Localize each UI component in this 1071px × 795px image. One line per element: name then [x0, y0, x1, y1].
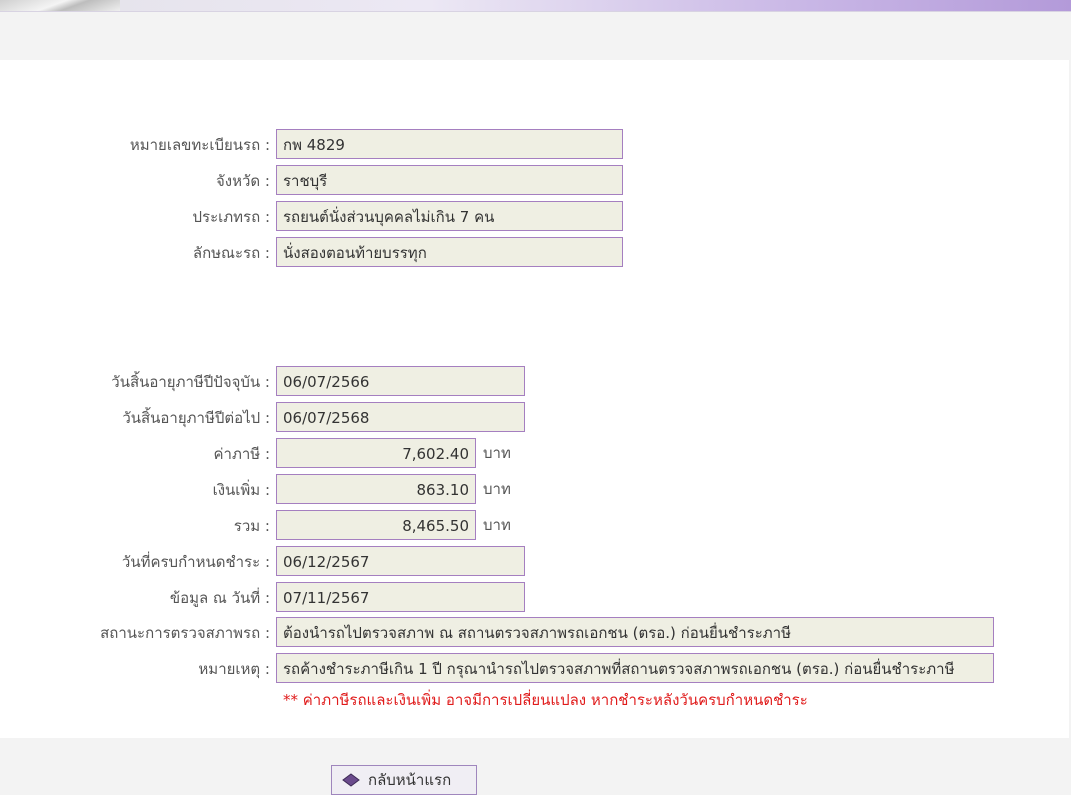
back-home-button[interactable]: กลับหน้าแรก — [331, 765, 477, 795]
home-icon — [342, 773, 360, 787]
plate-field: กพ 4829 — [276, 129, 623, 159]
next-expiry-label: วันสิ้นอายุภาษีปีต่อไป : — [122, 409, 270, 427]
current-expiry-field: 06/07/2566 — [276, 366, 525, 396]
current-expiry-label: วันสิ้นอายุภาษีปีปัจจุบัน : — [111, 373, 270, 391]
next-expiry-field: 06/07/2568 — [276, 402, 525, 432]
surcharge-label: เงินเพิ่ม : — [212, 481, 270, 499]
top-banner — [0, 0, 1071, 12]
due-field: 06/12/2567 — [276, 546, 525, 576]
total-label: รวม : — [233, 517, 270, 535]
type-label: ประเภทรถ : — [192, 208, 271, 226]
province-field: ราชบุรี — [276, 165, 623, 195]
asof-field: 07/11/2567 — [276, 582, 525, 612]
surcharge-field: 863.10 — [276, 474, 476, 504]
remark-label: หมายเหตุ : — [198, 660, 270, 678]
tax-unit: บาท — [483, 444, 511, 462]
tax-field: 7,602.40 — [276, 438, 476, 468]
remark-field: รถค้างชำระภาษีเกิน 1 ปี กรุณานำรถไปตรวจส… — [276, 653, 994, 683]
surcharge-unit: บาท — [483, 480, 511, 498]
due-label: วันที่ครบกำหนดชำระ : — [121, 553, 270, 571]
type-field: รถยนต์นั่งส่วนบุคคลไม่เกิน 7 คน — [276, 201, 623, 231]
tax-label: ค่าภาษี : — [213, 445, 270, 463]
body-field: นั่งสองตอนท้ายบรรทุก — [276, 237, 623, 267]
plate-label: หมายเลขทะเบียนรถ : — [129, 136, 270, 154]
back-home-label: กลับหน้าแรก — [368, 771, 452, 789]
inspection-label: สถานะการตรวจสภาพรถ : — [100, 624, 270, 642]
province-label: จังหวัด : — [216, 172, 270, 190]
total-field: 8,465.50 — [276, 510, 476, 540]
total-unit: บาท — [483, 516, 511, 534]
inspection-field: ต้องนำรถไปตรวจสภาพ ณ สถานตรวจสภาพรถเอกชน… — [276, 617, 994, 647]
price-change-note: ** ค่าภาษีรถและเงินเพิ่ม อาจมีการเปลี่ยน… — [283, 691, 808, 709]
banner-swoosh — [0, 0, 120, 11]
body-label: ลักษณะรถ : — [192, 244, 270, 262]
asof-label: ข้อมูล ณ วันที่ : — [169, 589, 270, 607]
